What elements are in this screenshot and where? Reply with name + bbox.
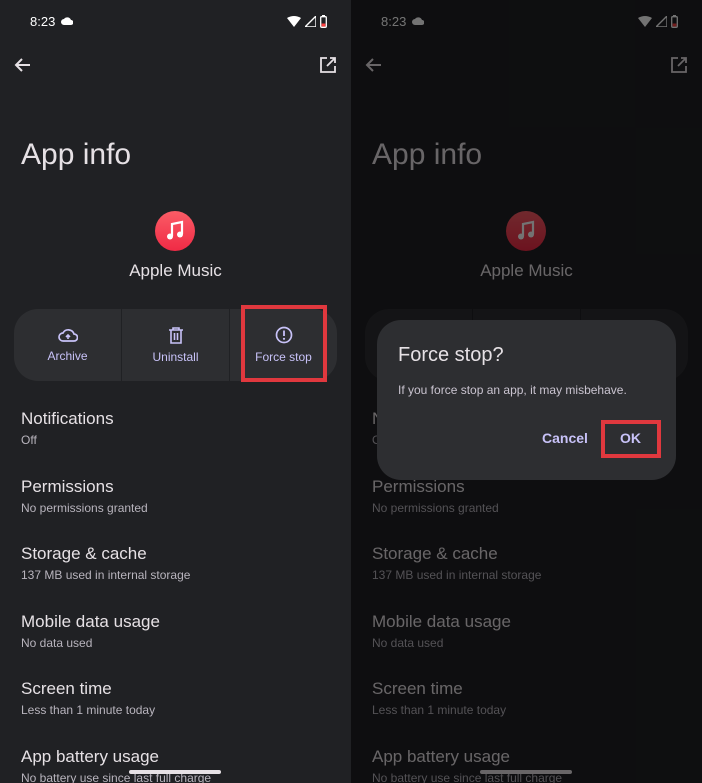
item-title: Storage & cache — [21, 544, 147, 563]
archive-label: Archive — [47, 349, 88, 363]
force-stop-dialog: Force stop? If you force stop an app, it… — [377, 320, 676, 480]
wifi-icon — [287, 15, 301, 27]
force-stop-label: Force stop — [255, 350, 312, 364]
item-title: Screen time — [21, 679, 112, 698]
cloud-upload-icon — [57, 327, 78, 343]
settings-item-screen-time[interactable]: Screen time Less than 1 minute today — [21, 668, 341, 736]
item-subtitle: Less than 1 minute today — [21, 703, 156, 717]
trash-icon — [168, 326, 184, 344]
item-subtitle: Off — [21, 433, 37, 447]
item-subtitle: 137 MB used in internal storage — [21, 568, 191, 582]
settings-item-storage[interactable]: Storage & cache 137 MB used in internal … — [21, 533, 341, 601]
dialog-message: If you force stop an app, it may misbeha… — [398, 383, 627, 397]
settings-item-notifications[interactable]: Notifications Off — [21, 398, 341, 466]
item-title: Mobile data usage — [21, 611, 160, 631]
ok-button[interactable]: OK — [620, 430, 641, 446]
archive-button[interactable]: Archive — [14, 309, 121, 381]
settings-list: Notifications Off Permissions No permiss… — [21, 398, 341, 783]
item-title: Permissions — [21, 476, 114, 496]
cloud-icon — [61, 17, 74, 25]
settings-item-mobile-data[interactable]: Mobile data usage No data used — [21, 601, 341, 669]
app-name: Apple Music — [129, 261, 222, 280]
status-bar: 8:23 — [30, 12, 327, 30]
gesture-nav-bar[interactable] — [129, 770, 221, 774]
status-time: 8:23 — [30, 13, 56, 29]
force-stop-button[interactable]: Force stop — [229, 309, 337, 381]
dialog-title: Force stop? — [398, 344, 504, 366]
settings-item-permissions[interactable]: Permissions No permissions granted — [21, 466, 341, 534]
action-bar: Archive Uninstall Force stop — [14, 309, 337, 381]
battery-icon — [320, 14, 327, 28]
item-title: Notifications — [21, 409, 114, 428]
open-external-icon[interactable] — [319, 56, 337, 74]
music-note-icon — [155, 211, 195, 251]
app-info-screen: 8:23 App info Apple Music Archive Uninst… — [0, 0, 351, 783]
uninstall-label: Uninstall — [152, 350, 199, 364]
top-app-bar — [14, 50, 337, 80]
screenshot-comparison: 8:23 App info Apple Music Archive Uninst… — [0, 0, 702, 783]
page-title: App info — [21, 138, 132, 171]
uninstall-button[interactable]: Uninstall — [121, 309, 229, 381]
item-subtitle: No permissions granted — [21, 500, 148, 515]
settings-item-battery[interactable]: App battery usage No battery use since l… — [21, 736, 341, 783]
alert-circle-icon — [275, 326, 293, 344]
cell-signal-icon — [305, 15, 316, 27]
item-subtitle: No data used — [21, 635, 93, 650]
back-arrow-icon[interactable] — [14, 56, 32, 74]
cancel-button[interactable]: Cancel — [542, 430, 588, 446]
item-title: App battery usage — [21, 746, 159, 766]
force-stop-dialog-screen: 8:23 — [351, 0, 702, 783]
